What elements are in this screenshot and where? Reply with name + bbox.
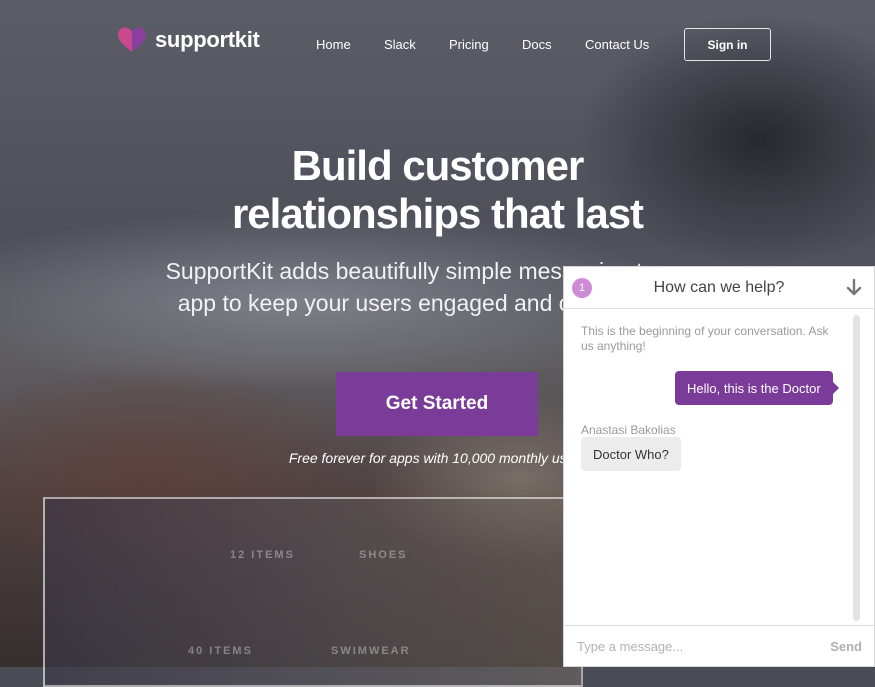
nav-item-home[interactable]: Home (316, 37, 351, 52)
unread-badge: 1 (572, 278, 592, 298)
conversation-intro: This is the beginning of your conversati… (581, 324, 829, 353)
arrow-down-icon[interactable] (846, 278, 862, 298)
sign-in-button[interactable]: Sign in (684, 28, 771, 61)
mockup-label: SWIMWEAR (331, 645, 411, 657)
heart-icon (118, 27, 146, 52)
message-bubble-incoming: Doctor Who? (581, 437, 681, 471)
chat-title: How can we help? (653, 278, 785, 296)
chat-composer: Send (564, 625, 874, 666)
nav-item-contact-us[interactable]: Contact Us (585, 37, 649, 52)
get-started-button[interactable]: Get Started (336, 372, 538, 436)
mockup-label: 40 ITEMS (188, 645, 253, 657)
send-button[interactable]: Send (830, 639, 862, 654)
chat-scrollbar[interactable] (853, 315, 860, 621)
hero-title-line-1: Build customer (291, 142, 585, 189)
logo[interactable]: supportkit (117, 26, 260, 54)
hero-title: Build customer relationships that last (0, 142, 875, 238)
logo-text: supportkit (155, 27, 260, 52)
mockup-label: SHOES (359, 549, 408, 561)
nav-item-slack[interactable]: Slack (384, 37, 416, 52)
chat-header[interactable]: 1 How can we help? (564, 267, 874, 309)
hero-title-line-2: relationships that last (231, 190, 644, 237)
nav-item-pricing[interactable]: Pricing (449, 37, 489, 52)
message-bubble-outgoing: Hello, this is the Doctor (675, 371, 839, 405)
message-input[interactable] (575, 637, 799, 655)
mockup-label: 12 ITEMS (230, 549, 295, 561)
message-sender-name: Anastasi Bakolias (581, 423, 676, 437)
app-mockup-preview: 12 ITEMS SHOES 40 ITEMS SWIMWEAR (43, 497, 583, 687)
nav-item-docs[interactable]: Docs (522, 37, 552, 52)
chat-widget: 1 How can we help? This is the beginning… (563, 266, 875, 667)
